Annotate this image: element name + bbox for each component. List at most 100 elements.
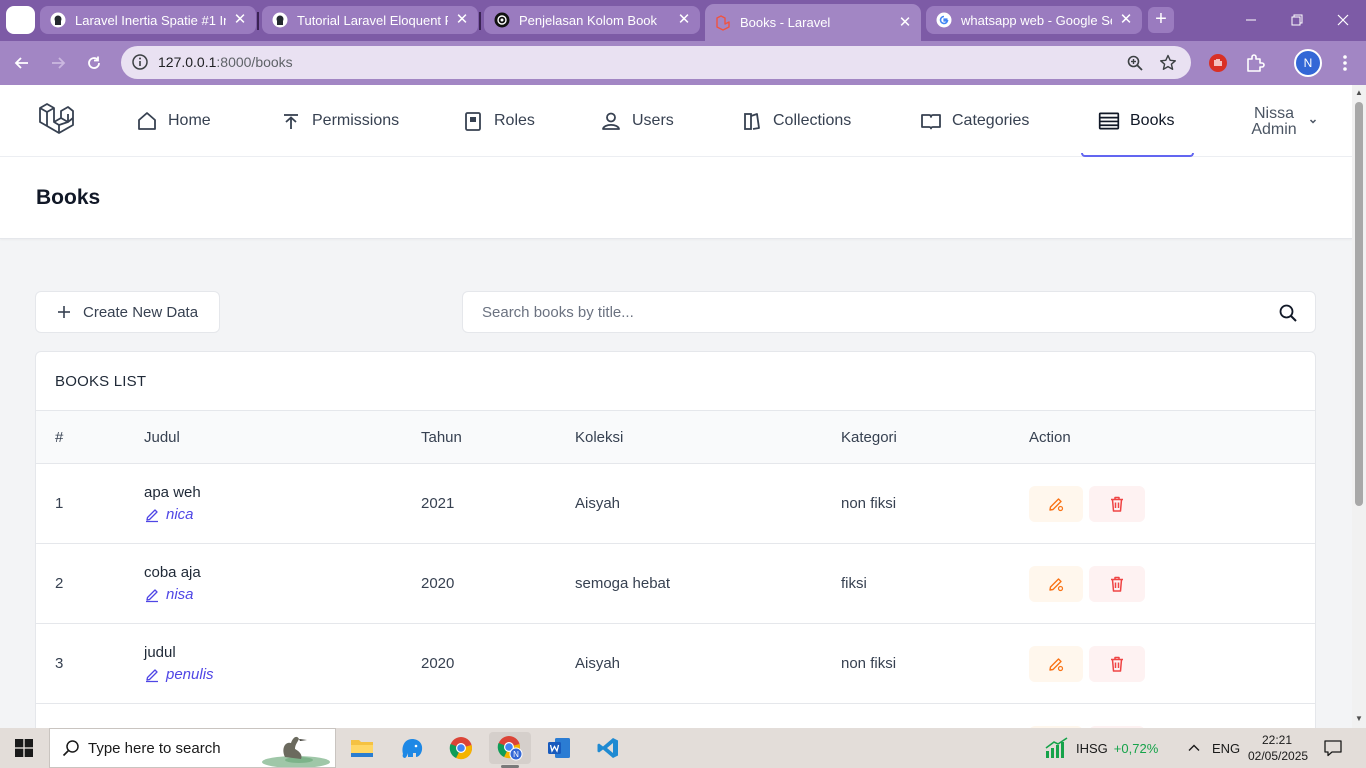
browser-toolbar: 127.0.0.1:8000/books — [0, 41, 1366, 85]
edit-icon — [1049, 498, 1064, 512]
back-button[interactable] — [8, 49, 36, 77]
browser-menu-icon[interactable] — [1334, 52, 1356, 74]
app-navbar: Home Permissions Roles Users Collections… — [0, 85, 1352, 157]
edit-button[interactable] — [1029, 646, 1083, 682]
forward-button[interactable] — [44, 49, 72, 77]
close-icon[interactable]: ✕ — [1118, 12, 1134, 28]
tray-overflow-button[interactable] — [1186, 728, 1202, 768]
user-menu[interactable]: Nissa Admin — [1250, 106, 1298, 138]
scroll-up-arrow-icon[interactable]: ▲ — [1355, 89, 1363, 97]
delete-button[interactable] — [1089, 646, 1145, 682]
browser-tab-1[interactable]: Laravel Inertia Spatie #1 Inst ✕ — [40, 6, 256, 34]
extensions-puzzle-icon[interactable] — [1244, 52, 1266, 74]
column-header-kategori: Kategori — [841, 429, 897, 446]
extension-stop-icon[interactable] — [1207, 52, 1229, 74]
reload-button[interactable] — [80, 49, 108, 77]
row-number: 1 — [55, 495, 64, 512]
stock-change: +0,72% — [1113, 740, 1159, 756]
author-name: penulis — [166, 666, 214, 683]
close-icon[interactable]: ✕ — [232, 12, 248, 28]
minimize-button[interactable] — [1228, 0, 1274, 40]
tab-title: Tutorial Laravel Eloquent Rel — [297, 12, 448, 28]
delete-button[interactable] — [1089, 566, 1145, 602]
site-info-icon[interactable] — [131, 53, 149, 71]
book-title: apa weh — [144, 484, 201, 501]
start-button[interactable] — [0, 728, 48, 768]
address-bar[interactable]: 127.0.0.1:8000/books — [121, 46, 1191, 79]
vscode-taskbar-icon[interactable] — [587, 732, 629, 764]
elephant-app-taskbar-icon[interactable] — [391, 732, 433, 764]
tab-title: whatsapp web - Google Sea — [961, 12, 1112, 28]
nav-label: Categories — [952, 112, 1030, 129]
taskbar-clock[interactable]: 22:21 02/05/2025 — [1248, 732, 1308, 764]
nav-users[interactable]: Users — [600, 85, 674, 157]
book-collection: Aisyah — [575, 495, 621, 512]
pencil-icon — [146, 668, 158, 682]
home-icon — [136, 110, 158, 132]
table-row: 3 judul penulis 2020 Aisyah non fiksi — [36, 624, 1315, 704]
nav-label: Users — [632, 112, 674, 129]
restore-button[interactable] — [1274, 0, 1320, 40]
browser-tab-active[interactable]: Books - Laravel ✕ — [705, 4, 921, 41]
nav-books[interactable]: Books — [1098, 85, 1174, 157]
notifications-button[interactable] — [1323, 728, 1343, 768]
close-icon[interactable]: ✕ — [676, 12, 692, 28]
book-year: 2020 — [421, 575, 455, 592]
nav-collections[interactable]: Collections — [741, 85, 851, 157]
laravel-logo-icon[interactable] — [37, 102, 75, 140]
scrollbar-thumb[interactable] — [1355, 102, 1363, 506]
close-icon[interactable]: ✕ — [454, 12, 470, 28]
file-explorer-taskbar-icon[interactable] — [341, 732, 383, 764]
back-arrow-icon — [14, 57, 28, 69]
user-icon — [600, 110, 622, 132]
nav-label: Collections — [773, 112, 852, 129]
nav-permissions[interactable]: Permissions — [280, 85, 399, 157]
column-header-number: # — [55, 429, 64, 446]
book-category: non fiksi — [841, 655, 897, 672]
delete-button[interactable] — [1089, 486, 1145, 522]
svg-text:N: N — [513, 750, 519, 759]
browser-profile-button[interactable] — [6, 6, 35, 34]
create-new-data-button[interactable]: Create New Data — [35, 291, 220, 333]
input-language[interactable]: ENG — [1212, 728, 1240, 768]
browser-tab-5[interactable]: whatsapp web - Google Sea ✕ — [926, 6, 1142, 34]
search-box — [462, 291, 1316, 333]
chevron-down-icon[interactable] — [1307, 115, 1319, 127]
bookmark-star-icon[interactable] — [1159, 54, 1177, 72]
book-collection: semoga hebat — [575, 575, 671, 592]
browser-tab-2[interactable]: Tutorial Laravel Eloquent Rel ✕ — [262, 6, 478, 34]
browser-tab-3[interactable]: Penjelasan Kolom Book ✕ — [484, 6, 700, 34]
github-icon — [272, 12, 288, 28]
nav-categories[interactable]: Categories — [920, 85, 1029, 157]
edit-button[interactable] — [1029, 486, 1083, 522]
search-input[interactable] — [464, 293, 1244, 331]
close-icon — [1337, 14, 1349, 26]
chrome-profile-taskbar-icon[interactable]: N — [489, 732, 531, 768]
search-icon[interactable] — [1278, 303, 1298, 323]
new-tab-button[interactable]: + — [1148, 7, 1174, 33]
close-window-button[interactable] — [1320, 0, 1366, 40]
tab-title: Laravel Inertia Spatie #1 Inst — [75, 12, 226, 28]
table-row: 2 coba aja nisa 2020 semoga hebat fiksi — [36, 544, 1315, 624]
tab-separator — [479, 12, 481, 30]
nav-home[interactable]: Home — [136, 85, 211, 157]
row-number: 3 — [55, 655, 64, 672]
close-icon[interactable]: ✕ — [897, 14, 913, 31]
stock-widget[interactable]: IHSG +0,72% — [1044, 728, 1158, 768]
zoom-icon[interactable] — [1126, 54, 1144, 72]
page-scrollbar[interactable]: ▲ ▼ — [1352, 85, 1366, 728]
edit-button[interactable] — [1029, 566, 1083, 602]
windows-logo-icon — [15, 739, 33, 757]
tab-title: Penjelasan Kolom Book — [519, 12, 658, 28]
forward-arrow-icon — [52, 57, 66, 69]
chrome-taskbar-icon[interactable] — [440, 732, 482, 764]
profile-avatar[interactable]: N — [1294, 49, 1322, 77]
user-first-name: Nissa — [1253, 105, 1294, 122]
page-header: Books — [0, 157, 1352, 239]
taskbar-search[interactable]: Type here to search — [49, 728, 336, 768]
scroll-down-arrow-icon[interactable]: ▼ — [1355, 715, 1363, 723]
word-taskbar-icon[interactable] — [538, 732, 580, 764]
nav-roles[interactable]: Roles — [462, 85, 535, 157]
url-text: 127.0.0.1:8000/books — [158, 54, 293, 70]
edit-icon — [1049, 658, 1064, 672]
